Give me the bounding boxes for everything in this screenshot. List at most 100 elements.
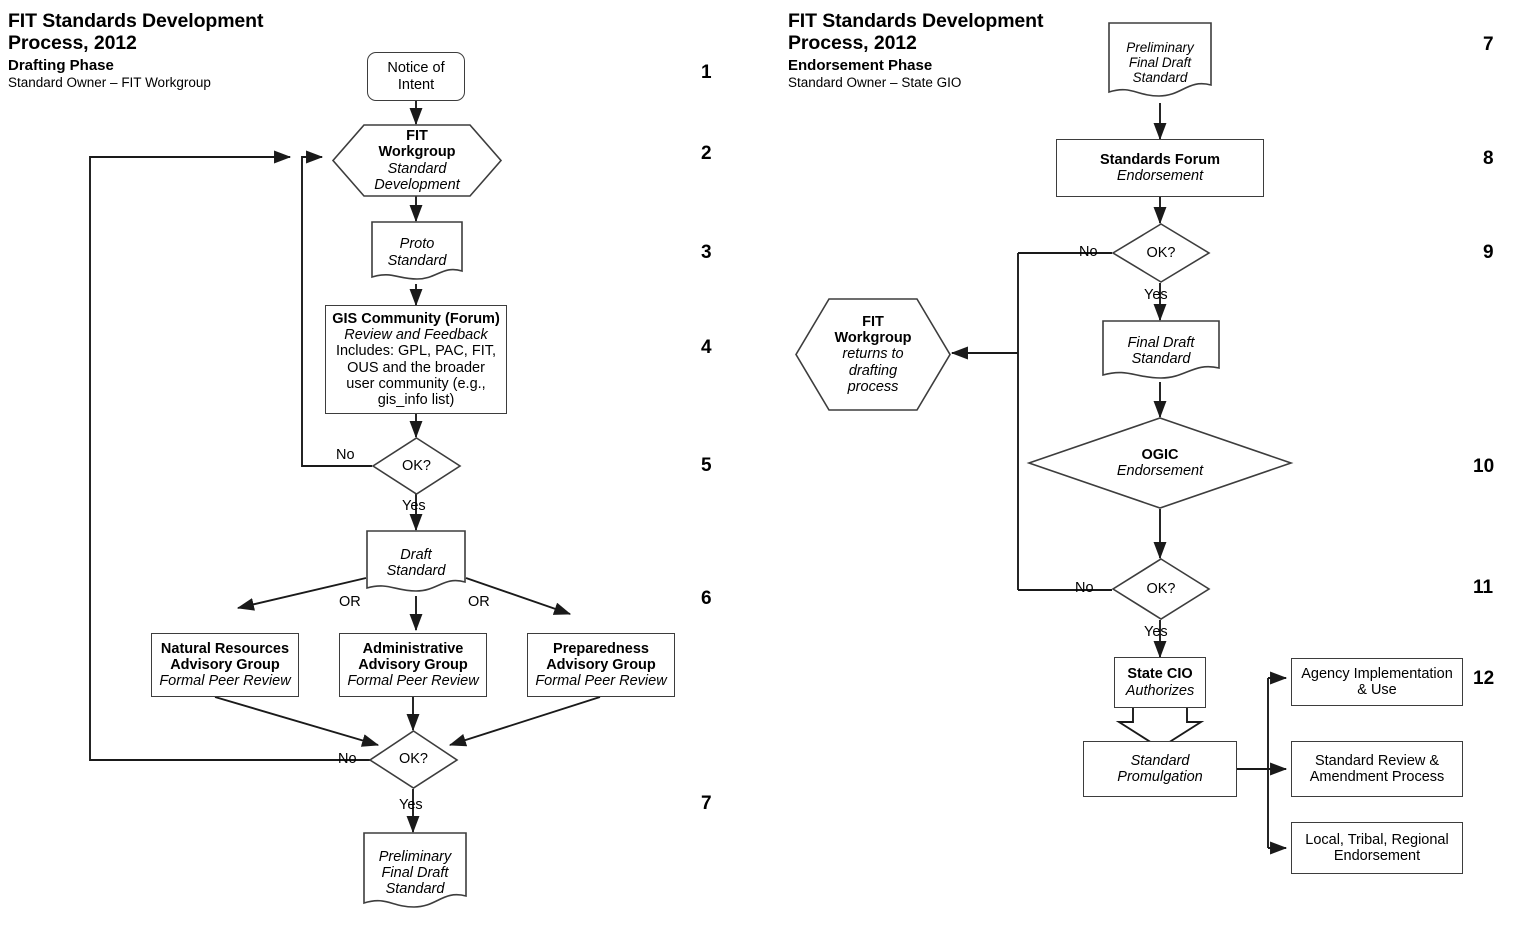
step-number-7: 7: [701, 793, 712, 814]
node-standards-forum[interactable]: Standards Forum Endorsement: [1056, 139, 1264, 197]
node-proto-standard[interactable]: Proto Standard: [371, 221, 463, 284]
standards-forum-line1: Standards Forum: [1099, 151, 1221, 168]
notice-of-intent-line1: Notice of: [387, 60, 445, 77]
flowchart-canvas: FIT Standards Development Process, 2012 …: [0, 0, 1526, 937]
final-draft-line1: Final Draft: [1127, 334, 1195, 351]
decision-3-label: OK?: [1146, 244, 1176, 261]
node-preliminary-final-draft-standard-left[interactable]: Preliminary Final Draft Standard: [363, 832, 467, 914]
decision-4-label: OK?: [1146, 580, 1176, 597]
right-title-line2: Process, 2012: [788, 32, 917, 55]
final-draft-line2: Standard: [1131, 351, 1191, 367]
gis-community-line5: user community (e.g.,: [346, 375, 486, 392]
prelim-left-line1: Preliminary: [378, 848, 452, 865]
node-local-tribal-regional[interactable]: Local, Tribal, Regional Endorsement: [1291, 822, 1463, 874]
natural-resources-line2: Advisory Group: [170, 656, 280, 673]
prelim-left-line3: Standard: [385, 881, 445, 898]
local-tribal-line1: Local, Tribal, Regional: [1305, 831, 1449, 848]
decision-1-no-label: No: [336, 447, 355, 463]
draft-standard-line1: Draft: [400, 546, 432, 563]
decision-1-label: OK?: [401, 457, 431, 474]
decision-2-no-label: No: [338, 751, 357, 767]
step-number-12: 12: [1473, 668, 1495, 689]
draft-standard-line2: Standard: [386, 563, 446, 579]
prelim-right-line2: Final Draft: [1128, 54, 1192, 70]
fit-returns-line2: Workgroup: [834, 330, 912, 347]
node-preliminary-final-draft-standard-right[interactable]: Preliminary Final Draft Standard: [1108, 22, 1212, 103]
step-number-4: 4: [701, 337, 712, 358]
node-decision-ok-2[interactable]: OK?: [368, 730, 459, 789]
standard-promulgation-line2: Promulgation: [1117, 769, 1203, 785]
node-decision-ok-4[interactable]: OK?: [1111, 558, 1211, 620]
gis-community-line3: Includes: GPL, PAC, FIT,: [335, 343, 497, 360]
preparedness-line2: Advisory Group: [546, 656, 656, 673]
natural-resources-line3: Formal Peer Review: [159, 673, 291, 690]
notice-of-intent-line2: Intent: [397, 76, 435, 93]
standards-forum-line2: Endorsement: [1116, 168, 1204, 184]
standard-promulgation-line1: Standard: [1130, 752, 1190, 769]
decision-3-yes-label: Yes: [1144, 287, 1168, 303]
step-number-5: 5: [701, 455, 712, 476]
administrative-line1: Administrative: [362, 640, 464, 657]
preparedness-line3: Formal Peer Review: [535, 673, 667, 690]
right-title-line1: FIT Standards Development: [788, 10, 1044, 32]
node-gis-community[interactable]: GIS Community (Forum) Review and Feedbac…: [325, 305, 507, 414]
fit-workgroup-line1: FIT: [406, 128, 428, 145]
decision-2-yes-label: Yes: [399, 797, 423, 813]
ogic-line2: Endorsement: [1116, 463, 1204, 479]
ogic-line1: OGIC: [1141, 446, 1179, 463]
node-notice-of-intent[interactable]: Notice of Intent: [367, 52, 465, 101]
gis-community-line1: GIS Community (Forum): [332, 310, 500, 327]
node-administrative-advisory-group[interactable]: Administrative Advisory Group Formal Pee…: [339, 633, 487, 697]
node-draft-standard[interactable]: Draft Standard: [366, 530, 466, 596]
fit-returns-line3: returns to: [842, 346, 904, 363]
node-natural-resources-advisory-group[interactable]: Natural Resources Advisory Group Formal …: [151, 633, 299, 697]
right-phase-label: Endorsement Phase: [788, 56, 933, 74]
node-ogic-endorsement[interactable]: OGIC Endorsement: [1026, 417, 1294, 509]
step-number-7-right: 7: [1483, 34, 1494, 55]
step-number-1: 1: [701, 62, 712, 83]
gis-community-line2: Review and Feedback: [344, 327, 488, 344]
natural-resources-line1: Natural Resources: [160, 640, 290, 657]
or-label-left: OR: [339, 594, 361, 610]
decision-1-yes-label: Yes: [402, 498, 426, 514]
fit-workgroup-line2: Workgroup: [378, 144, 456, 161]
prelim-left-line2: Final Draft: [381, 864, 449, 881]
standard-review-line2: Amendment Process: [1309, 769, 1445, 785]
left-owner-label: Standard Owner – FIT Workgroup: [8, 74, 211, 90]
or-label-right: OR: [468, 594, 490, 610]
preparedness-line1: Preparedness: [553, 640, 649, 657]
right-owner-label: Standard Owner – State GIO: [788, 74, 962, 90]
standard-review-line1: Standard Review &: [1314, 752, 1440, 769]
node-standard-promulgation[interactable]: Standard Promulgation: [1083, 741, 1237, 797]
step-number-8: 8: [1483, 148, 1494, 169]
node-standard-review[interactable]: Standard Review & Amendment Process: [1291, 741, 1463, 797]
node-fit-workgroup[interactable]: FIT Workgroup Standard Development: [331, 124, 503, 197]
decision-2-label: OK?: [398, 751, 428, 768]
step-number-6: 6: [701, 588, 712, 609]
fit-workgroup-line4: Development: [374, 176, 460, 193]
proto-standard-line2: Standard: [387, 252, 447, 269]
step-number-3: 3: [701, 242, 712, 263]
agency-implementation-line1: Agency Implementation: [1301, 665, 1453, 682]
agency-implementation-line2: & Use: [1357, 682, 1397, 698]
left-title-line2: Process, 2012: [8, 32, 137, 55]
gis-community-line4: OUS and the broader: [347, 359, 485, 376]
step-number-2: 2: [701, 143, 712, 164]
node-decision-ok-3[interactable]: OK?: [1111, 223, 1211, 283]
administrative-line3: Formal Peer Review: [347, 673, 479, 690]
node-preparedness-advisory-group[interactable]: Preparedness Advisory Group Formal Peer …: [527, 633, 675, 697]
decision-4-no-label: No: [1075, 580, 1094, 596]
fit-returns-line1: FIT: [862, 313, 884, 330]
node-agency-implementation[interactable]: Agency Implementation & Use: [1291, 658, 1463, 706]
node-state-cio[interactable]: State CIO Authorizes: [1114, 657, 1206, 708]
node-decision-ok-1[interactable]: OK?: [371, 437, 462, 495]
left-title-line1: FIT Standards Development: [8, 10, 264, 32]
state-cio-line1: State CIO: [1127, 666, 1193, 683]
decision-4-yes-label: Yes: [1144, 624, 1168, 640]
step-number-11: 11: [1473, 577, 1494, 598]
gis-community-line6: gis_info list): [377, 391, 455, 408]
local-tribal-line2: Endorsement: [1333, 848, 1421, 864]
node-final-draft-standard[interactable]: Final Draft Standard: [1102, 320, 1220, 382]
node-fit-workgroup-returns[interactable]: FIT Workgroup returns to drafting proces…: [795, 298, 951, 411]
fit-returns-line5: process: [847, 378, 899, 395]
